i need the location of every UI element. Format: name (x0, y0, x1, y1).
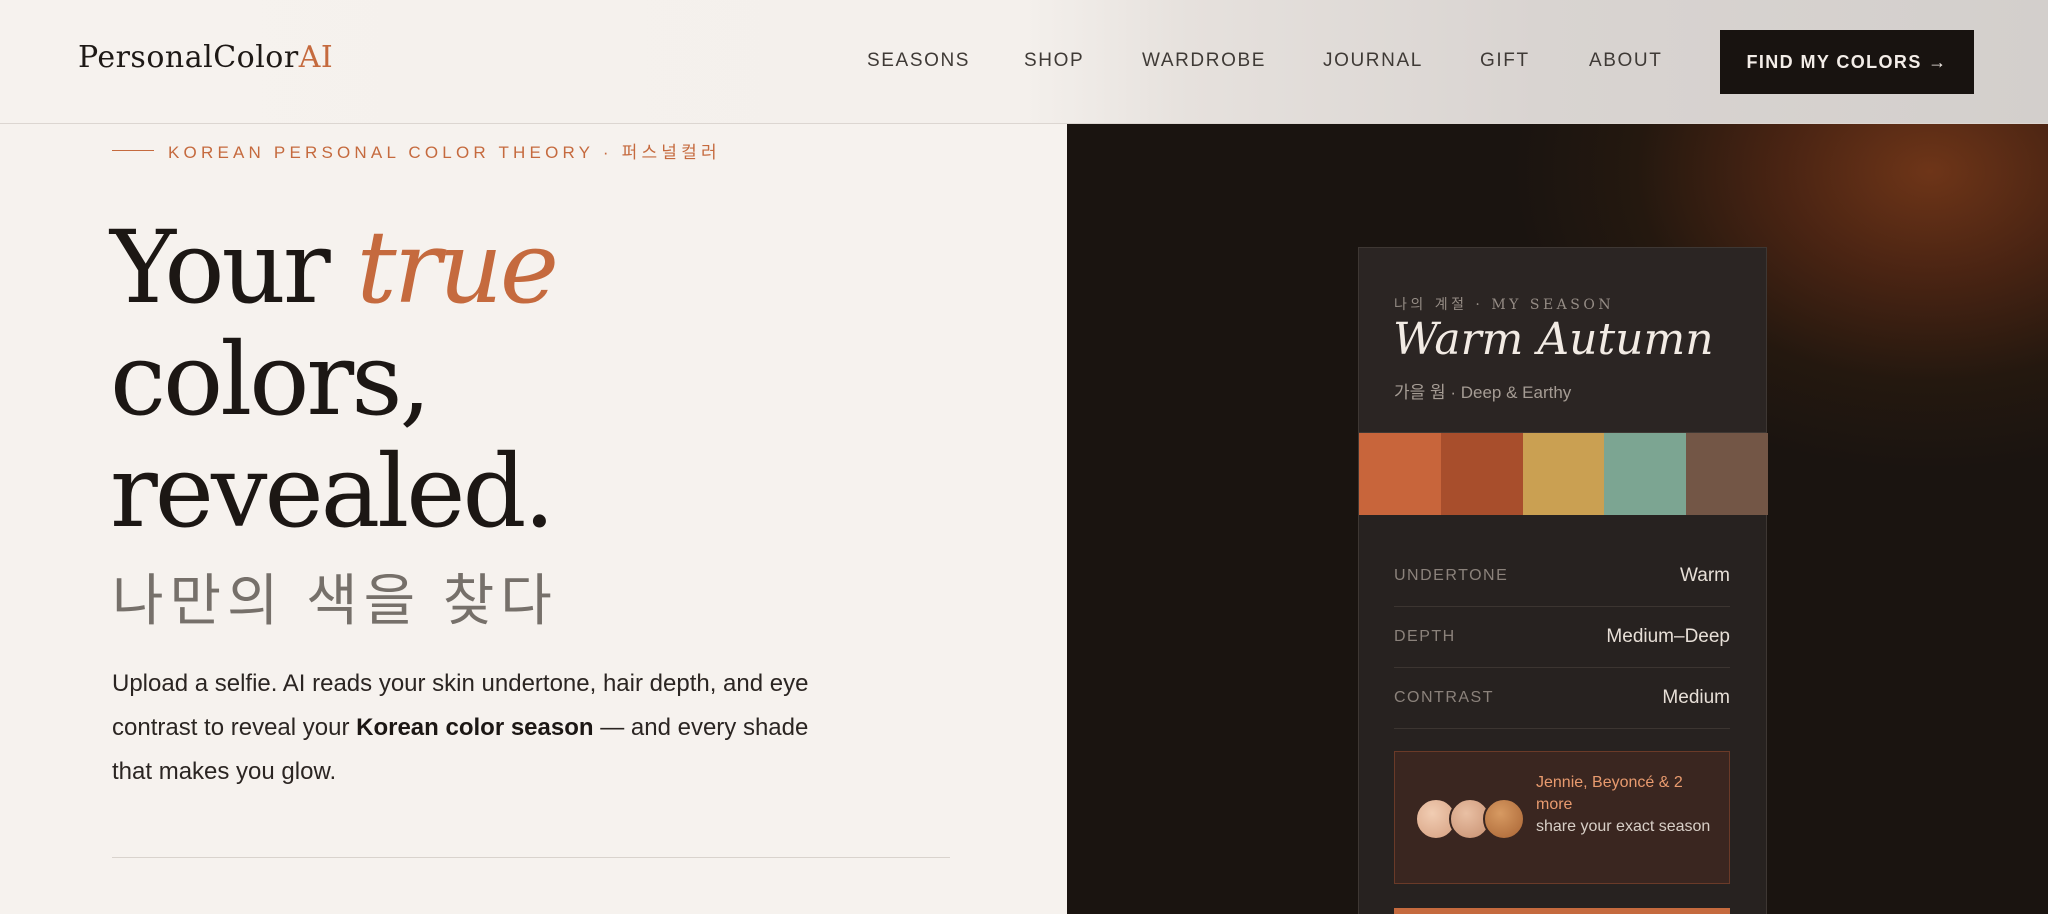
swatch-5[interactable] (1686, 433, 1768, 515)
swatch-2[interactable] (1440, 433, 1523, 515)
headline-line-3: revealed. (110, 433, 555, 550)
find-my-colors-button[interactable]: FIND MY COLORS → (1720, 30, 1974, 94)
season-name: Warm Autumn (1393, 314, 1714, 365)
season-header: 나의 계절 · MY SEASON Warm Autumn 가을 웜 · Dee… (1359, 248, 1766, 433)
nav-wardrobe[interactable]: WARDROBE (1142, 50, 1266, 72)
headline-line-2: colors, (110, 321, 431, 438)
nav-journal[interactable]: JOURNAL (1323, 50, 1423, 72)
desc-bold: Korean color season (356, 714, 594, 741)
season-subtitle: 가을 웜 · Deep & Earthy (1394, 383, 1572, 402)
attr-value: Warm (1680, 565, 1730, 586)
section-divider (112, 857, 950, 858)
attr-label: CONTRAST (1394, 689, 1494, 706)
celebrity-match-text: Jennie, Beyoncé & 2 more share your exac… (1536, 772, 1716, 838)
avatar (1483, 798, 1525, 840)
logo[interactable]: PersonalColorAI (78, 40, 333, 75)
celebrity-match-box[interactable]: Jennie, Beyoncé & 2 more share your exac… (1394, 751, 1730, 884)
attr-row-contrast: CONTRAST Medium (1394, 668, 1730, 729)
swatch-4[interactable] (1604, 433, 1687, 515)
site-header: PersonalColorAI SEASONS SHOP WARDROBE JO… (0, 0, 2048, 124)
nav-shop[interactable]: SHOP (1024, 50, 1084, 72)
korean-headline: 나만의 색을 찾다 (112, 569, 558, 632)
logo-main: PersonalColor (78, 40, 299, 75)
attr-label: UNDERTONE (1394, 567, 1509, 584)
swatch-3[interactable] (1522, 433, 1605, 515)
nav-seasons[interactable]: SEASONS (867, 50, 970, 72)
attr-row-depth: DEPTH Medium–Deep (1394, 607, 1730, 668)
season-kicker: 나의 계절 · MY SEASON (1394, 297, 1615, 313)
palette-swatches (1359, 433, 1768, 515)
eyebrow: KOREAN PERSONAL COLOR THEORY · 퍼스널컬러 (112, 138, 721, 163)
celebrity-names: Jennie, Beyoncé & 2 more (1536, 774, 1683, 813)
swatch-1[interactable] (1359, 433, 1441, 515)
attr-row-undertone: UNDERTONE Warm (1394, 546, 1730, 607)
nav-about[interactable]: ABOUT (1589, 50, 1662, 72)
attr-value: Medium (1662, 687, 1730, 708)
celebrity-subtext: share your exact season (1536, 818, 1711, 835)
card-action-button[interactable] (1394, 908, 1730, 914)
headline-accent: true (356, 209, 560, 326)
attr-value: Medium–Deep (1606, 626, 1730, 647)
nav-gift[interactable]: GIFT (1480, 50, 1530, 72)
headline-line-1: Your true (110, 209, 560, 326)
logo-accent: AI (298, 40, 334, 75)
eyebrow-text: KOREAN PERSONAL COLOR THEORY · 퍼스널컬러 (168, 143, 721, 162)
attr-label: DEPTH (1394, 628, 1456, 645)
eyebrow-rule (112, 150, 154, 151)
hero-headline: Your true colors, revealed. (110, 209, 560, 550)
hero-description: Upload a selfie. AI reads your skin unde… (112, 670, 809, 785)
season-result-card: 나의 계절 · MY SEASON Warm Autumn 가을 웜 · Dee… (1358, 247, 1768, 914)
